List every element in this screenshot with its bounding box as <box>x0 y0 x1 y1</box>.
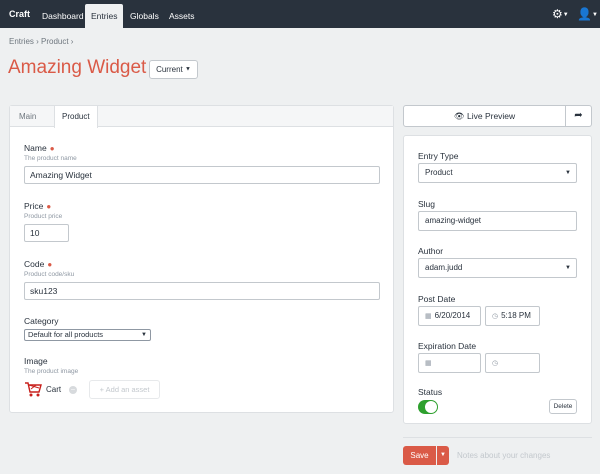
category-label: Category <box>24 316 59 326</box>
clock-icon: ◷ <box>492 313 499 320</box>
price-label: Price ● <box>24 201 52 211</box>
settings-gear-icon[interactable]: ⚙▼ <box>552 8 569 21</box>
save-button[interactable]: Save <box>403 446 436 465</box>
status-toggle[interactable] <box>418 400 438 414</box>
nav-entries[interactable]: Entries <box>85 4 124 28</box>
name-label: Name ● <box>24 143 55 153</box>
dropdown-arrow-icon: ▼ <box>565 170 571 176</box>
eye-icon: 👁 <box>453 111 465 121</box>
code-hint: Product code/sku <box>24 271 75 278</box>
dropdown-arrow-icon: ▼ <box>141 332 147 338</box>
expiration-date-input[interactable]: ▦ <box>418 353 481 373</box>
divider <box>403 437 592 438</box>
status-label: Status <box>418 387 443 397</box>
share-arrow-icon: ➦ <box>574 110 583 121</box>
save-options-button[interactable]: ▼ <box>437 446 449 465</box>
user-icon[interactable]: 👤▼ <box>577 8 598 21</box>
top-nav: Craft Dashboard Entries Globals Assets ⚙… <box>0 0 600 28</box>
chevron-down-icon: ▼ <box>440 452 446 458</box>
required-icon: ● <box>46 202 52 211</box>
brand[interactable]: Craft <box>9 9 30 19</box>
expiration-time-input[interactable]: ◷ <box>485 353 540 373</box>
cart-icon[interactable] <box>24 380 42 398</box>
name-hint: The product name <box>24 155 77 162</box>
tab-product[interactable]: Product <box>54 106 98 128</box>
remove-asset-icon[interactable]: – <box>69 386 77 394</box>
price-input[interactable]: 10 <box>24 224 69 242</box>
nav-assets[interactable]: Assets <box>163 4 201 28</box>
calendar-icon: ▦ <box>425 360 432 367</box>
name-input[interactable]: Amazing Widget <box>24 166 380 184</box>
dropdown-arrow-icon: ▼ <box>565 265 571 271</box>
clock-icon: ◷ <box>492 360 499 367</box>
required-icon: ● <box>47 260 53 269</box>
price-hint: Product price <box>24 213 63 220</box>
post-date-label: Post Date <box>418 294 456 304</box>
revision-menu-button[interactable]: Current ▼ <box>149 60 198 79</box>
author-label: Author <box>418 246 444 256</box>
add-asset-button[interactable]: + Add an asset <box>89 380 160 399</box>
slug-input[interactable]: amazing-widget <box>418 211 577 231</box>
tab-main[interactable]: Main <box>12 106 43 127</box>
code-label: Code ● <box>24 259 53 269</box>
post-time-input[interactable]: ◷ 5:18 PM <box>485 306 540 326</box>
chevron-down-icon: ▼ <box>184 66 191 73</box>
entry-type-select[interactable]: Product ▼ <box>418 163 577 183</box>
main-panel: Main Product <box>9 105 394 413</box>
plus-icon: + <box>99 385 104 394</box>
revision-notes-input[interactable]: Notes about your changes <box>457 446 592 465</box>
delete-button[interactable]: Delete <box>549 399 577 414</box>
toggle-knob <box>425 401 437 413</box>
slug-label: Slug <box>418 199 436 209</box>
image-hint: The product image <box>24 368 79 375</box>
breadcrumb[interactable]: Entries › Product › <box>9 37 73 46</box>
code-input[interactable]: sku123 <box>24 282 380 300</box>
asset-title: Cart <box>46 385 62 394</box>
expiration-date-label: Expiration Date <box>418 341 477 351</box>
image-label: Image <box>24 356 48 366</box>
author-select[interactable]: adam.judd ▼ <box>418 258 577 278</box>
tab-bar: Main Product <box>10 106 393 128</box>
revision-label: Current <box>156 65 183 74</box>
nav-dashboard[interactable]: Dashboard <box>36 4 90 28</box>
page-title: Amazing Widget <box>8 57 147 78</box>
calendar-icon: ▦ <box>425 313 432 320</box>
share-button[interactable]: ➦ <box>566 105 592 127</box>
post-date-input[interactable]: ▦ 6/20/2014 <box>418 306 481 326</box>
required-icon: ● <box>49 144 55 153</box>
nav-globals[interactable]: Globals <box>124 4 165 28</box>
category-select[interactable]: Default for all products ▼ <box>24 329 151 341</box>
live-preview-button[interactable]: 👁 Live Preview <box>403 105 566 127</box>
entry-type-label: Entry Type <box>418 151 459 161</box>
